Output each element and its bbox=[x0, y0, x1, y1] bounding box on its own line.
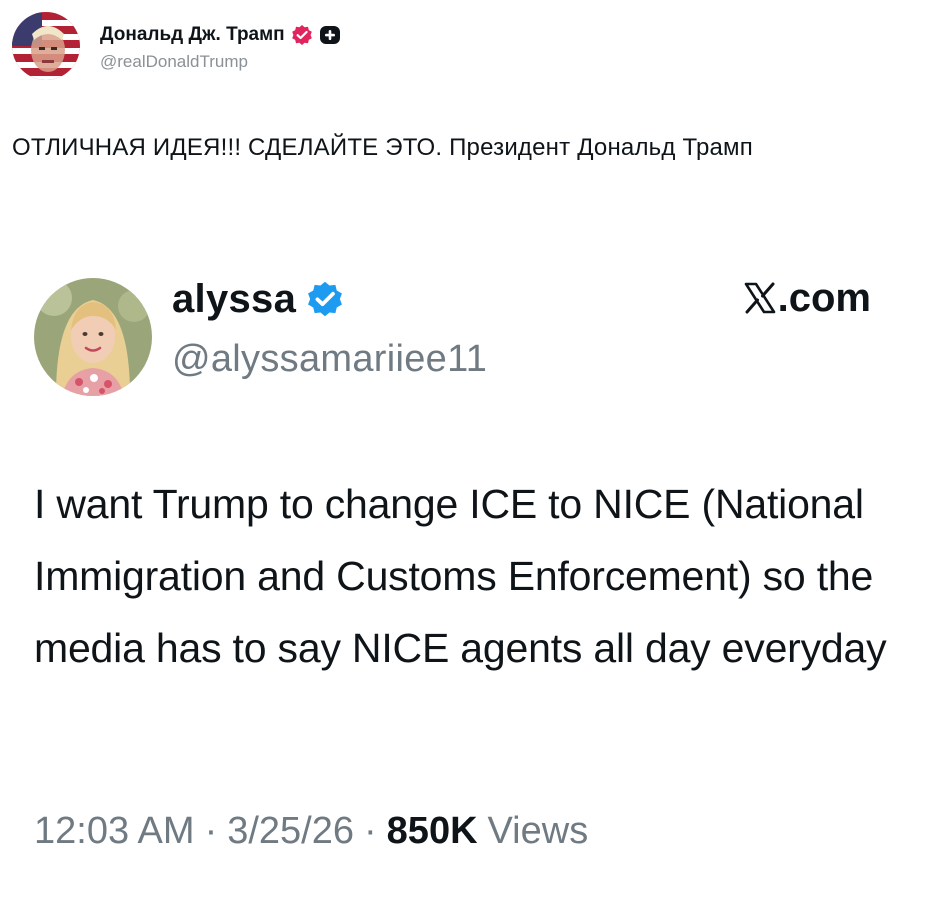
meta-separator: · bbox=[364, 810, 377, 852]
site-label-text: .com bbox=[777, 276, 871, 320]
embedded-author-handle: @alyssamariiee11 bbox=[172, 338, 488, 380]
post-header: Дональд Дж. Трамп @realDonaldTrump bbox=[12, 12, 341, 80]
post-text: ОТЛИЧНАЯ ИДЕЯ!!! СДЕЛАЙТЕ ЭТО. Президент… bbox=[12, 134, 753, 161]
author-avatar[interactable] bbox=[12, 12, 80, 80]
tweet-time: 12:03 AM bbox=[34, 810, 195, 852]
verified-badge-icon bbox=[306, 280, 344, 318]
embedded-tweet[interactable]: alyssa @alyssamariiee11 .com I want Trum… bbox=[0, 250, 939, 913]
embedded-author-name: alyssa bbox=[172, 276, 297, 321]
author-block: Дональд Дж. Трамп @realDonaldTrump bbox=[100, 20, 341, 72]
embedded-tweet-body: I want Trump to change ICE to NICE (Nati… bbox=[34, 481, 887, 671]
author-handle[interactable]: @realDonaldTrump bbox=[100, 52, 341, 72]
views-label: Views bbox=[487, 810, 589, 852]
site-label: .com bbox=[744, 276, 871, 321]
meta-separator: · bbox=[204, 810, 218, 852]
plus-badge-icon[interactable] bbox=[319, 24, 341, 46]
verified-badge-icon[interactable] bbox=[291, 24, 313, 46]
embedded-name-line: alyssa bbox=[172, 274, 344, 324]
author-name[interactable]: Дональд Дж. Трамп bbox=[100, 24, 285, 46]
author-line: Дональд Дж. Трамп bbox=[100, 20, 341, 50]
tweet-date: 3/25/26 bbox=[227, 810, 355, 852]
x-logo-icon bbox=[744, 279, 776, 314]
embedded-author-avatar bbox=[34, 278, 152, 396]
views-count: 850K bbox=[386, 810, 478, 852]
embedded-tweet-meta: 12:03 AM · 3/25/26 · 850K Views bbox=[34, 810, 588, 853]
